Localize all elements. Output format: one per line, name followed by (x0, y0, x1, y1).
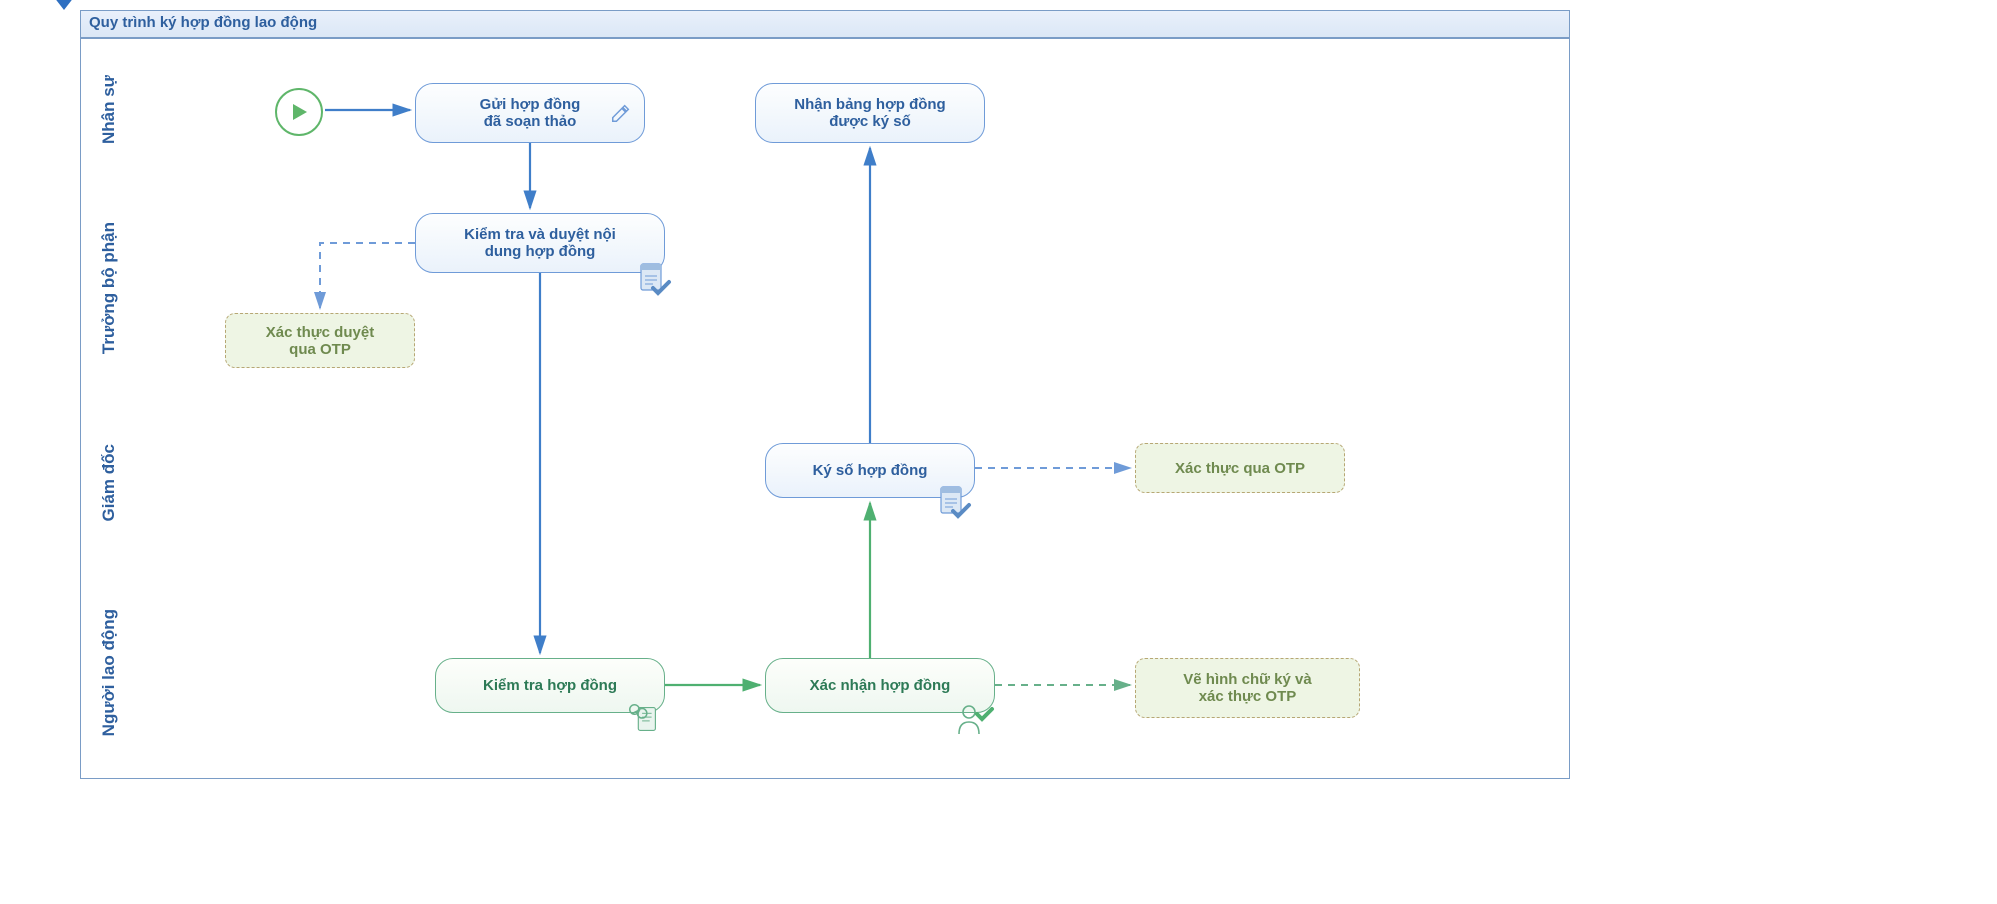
document-check-icon (635, 260, 675, 300)
search-doc-icon (625, 700, 663, 738)
pointer-marker (50, 0, 78, 10)
swimlane-diagram: Quy trình ký hợp đồng lao động Nhân sự T… (10, 10, 1570, 800)
node-review-approve: Kiểm tra và duyệt nội dung hợp đồng (415, 213, 665, 273)
lane-labels: Nhân sự Trưởng bộ phận Giám đốc Người la… (80, 38, 135, 800)
diagram-title-text: Quy trình ký hợp đồng lao động (89, 14, 317, 31)
lane-body: Gửi hợp đồng đã soạn thảo Nhận bảng hợp … (135, 38, 1570, 800)
node-send-contract: Gửi hợp đồng đã soạn thảo (415, 83, 645, 143)
lane-label-hr: Nhân sự (80, 38, 137, 180)
pencil-icon (610, 102, 632, 124)
lane-label-manager: Trưởng bộ phận (80, 178, 137, 399)
start-event (275, 88, 323, 136)
document-check-icon-2 (935, 483, 975, 523)
note-signature-otp: Vẽ hình chữ ký và xác thực OTP (1135, 658, 1360, 718)
note-otp-sign: Xác thực qua OTP (1135, 443, 1345, 493)
lane-label-director: Giám đốc (80, 398, 137, 569)
person-check-icon (955, 700, 995, 740)
lane-label-employee: Người lao động (80, 568, 137, 779)
note-otp-approve: Xác thực duyệt qua OTP (225, 313, 415, 368)
play-icon (289, 102, 309, 122)
node-receive-signed: Nhận bảng hợp đồng được ký số (755, 83, 985, 143)
diagram-title: Quy trình ký hợp đồng lao động (80, 10, 1570, 38)
